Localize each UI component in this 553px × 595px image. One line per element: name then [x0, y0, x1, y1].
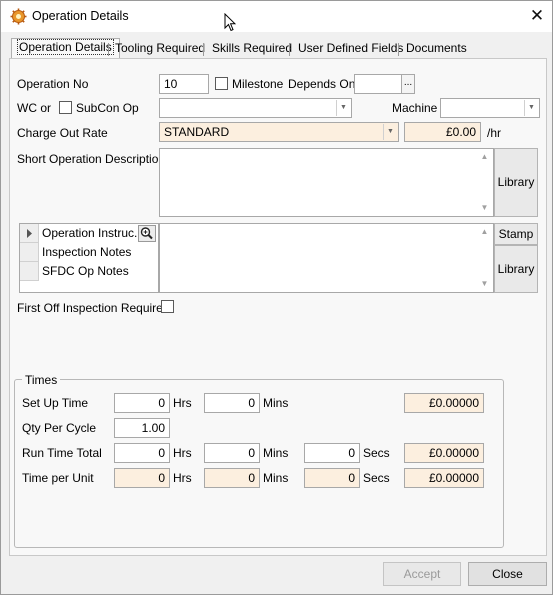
times-group-title: Times — [22, 373, 61, 387]
hrs-label: Hrs — [173, 446, 192, 460]
row-header[interactable] — [20, 262, 39, 281]
mins-label: Mins — [263, 396, 289, 410]
unit-cost: £0.00000 — [404, 468, 484, 488]
machine-label: Machine — [392, 101, 438, 115]
zoom-icon[interactable] — [138, 225, 156, 242]
tab-separator — [289, 43, 290, 56]
mins-label: Mins — [263, 471, 289, 485]
operation-no-label: Operation No — [17, 77, 89, 91]
setup-cost: £0.00000 — [404, 393, 484, 413]
short-description-textarea[interactable]: ▲ ▼ — [159, 148, 494, 217]
run-mins-input[interactable]: 0 — [204, 443, 260, 463]
secs-label: Secs — [363, 446, 390, 460]
setup-hours-input[interactable]: 0 — [114, 393, 170, 413]
unit-mins: 0 — [204, 468, 260, 488]
milestone-checkbox[interactable] — [215, 77, 228, 90]
first-off-inspection-label: First Off Inspection Required — [17, 301, 170, 315]
wc-label: WC or — [17, 101, 51, 115]
setup-time-label: Set Up Time — [22, 396, 89, 410]
depends-on-browse-button[interactable]: ... — [401, 74, 415, 94]
subcon-checkbox[interactable] — [59, 101, 72, 114]
run-hours-input[interactable]: 0 — [114, 443, 170, 463]
current-row-indicator-icon — [27, 229, 32, 238]
window-title: Operation Details — [32, 9, 129, 23]
hrs-label: Hrs — [173, 396, 192, 410]
operation-no-input[interactable]: 10 — [159, 74, 209, 94]
library-button[interactable]: Library — [494, 148, 538, 217]
tab-separator — [398, 43, 399, 56]
operation-details-dialog: Operation Details ✕ Operation Details To… — [0, 0, 553, 595]
setup-mins-input[interactable]: 0 — [204, 393, 260, 413]
run-secs-input[interactable]: 0 — [304, 443, 360, 463]
per-hour-label: /hr — [487, 126, 502, 140]
time-per-unit-label: Time per Unit — [22, 471, 94, 485]
table-row[interactable]: SFDC Op Notes — [20, 262, 158, 281]
short-description-scrollbar[interactable]: ▲ ▼ — [477, 150, 492, 215]
stamp-button[interactable]: Stamp — [494, 223, 538, 245]
row-header[interactable] — [20, 224, 39, 243]
tab-skills-required[interactable]: Skills Required — [206, 40, 298, 58]
row-header[interactable] — [20, 243, 39, 262]
machine-combo[interactable]: ▼ — [440, 98, 540, 118]
depends-on-label: Depends On — [288, 77, 356, 91]
tab-separator — [203, 43, 204, 56]
tab-tooling-required[interactable]: Tooling Required — [109, 40, 211, 58]
qty-per-cycle-input[interactable]: 1.00 — [114, 418, 170, 438]
tab-documents[interactable]: Documents — [400, 40, 473, 58]
first-off-inspection-checkbox[interactable] — [161, 300, 174, 313]
tab-operation-details[interactable]: Operation Details — [11, 38, 120, 59]
tab-user-defined-fields[interactable]: User Defined Fields — [292, 40, 409, 58]
app-gear-icon — [10, 8, 27, 25]
grid-cell: SFDC Op Notes — [42, 264, 129, 278]
scroll-down-icon[interactable]: ▼ — [477, 277, 492, 291]
secs-label: Secs — [363, 471, 390, 485]
work-centre-combo[interactable]: ▼ — [159, 98, 352, 118]
scroll-up-icon[interactable]: ▲ — [477, 225, 492, 239]
notes-grid: Operation Instruc... Inspection Notes SF… — [19, 223, 159, 293]
hrs-label: Hrs — [173, 471, 192, 485]
mouse-cursor-icon — [224, 13, 236, 32]
qty-per-cycle-label: Qty Per Cycle — [22, 421, 97, 435]
unit-hours: 0 — [114, 468, 170, 488]
scroll-down-icon[interactable]: ▼ — [477, 201, 492, 215]
unit-secs: 0 — [304, 468, 360, 488]
accept-button[interactable]: Accept — [383, 562, 461, 586]
close-window-button[interactable]: ✕ — [523, 5, 551, 27]
grid-cell: Inspection Notes — [42, 245, 132, 259]
run-time-total-label: Run Time Total — [22, 446, 102, 460]
notes-textarea[interactable]: ▲ ▼ — [159, 223, 494, 293]
title-bar: Operation Details ✕ — [1, 1, 552, 32]
close-button[interactable]: Close — [468, 562, 547, 586]
table-row[interactable]: Operation Instruc... — [20, 224, 158, 243]
chevron-down-icon[interactable]: ▼ — [336, 100, 350, 116]
charge-out-rate-value: STANDARD — [164, 125, 230, 139]
charge-out-rate-label: Charge Out Rate — [17, 126, 108, 140]
chevron-down-icon[interactable]: ▼ — [383, 124, 397, 140]
chevron-down-icon[interactable]: ▼ — [524, 100, 538, 116]
notes-scrollbar[interactable]: ▲ ▼ — [477, 225, 492, 291]
scroll-up-icon[interactable]: ▲ — [477, 150, 492, 164]
run-cost: £0.00000 — [404, 443, 484, 463]
milestone-label: Milestone — [232, 77, 284, 91]
charge-out-rate-combo[interactable]: STANDARD ▼ — [159, 122, 399, 142]
table-row[interactable]: Inspection Notes — [20, 243, 158, 262]
charge-out-amount: £0.00 — [404, 122, 481, 142]
grid-cell: Operation Instruc... — [42, 226, 145, 240]
depends-on-input[interactable] — [354, 74, 402, 94]
tab-label: Operation Details — [17, 39, 114, 55]
mins-label: Mins — [263, 446, 289, 460]
notes-library-button[interactable]: Library — [494, 245, 538, 293]
subcon-label: SubCon Op — [76, 101, 139, 115]
short-description-label: Short Operation Description — [17, 152, 166, 166]
